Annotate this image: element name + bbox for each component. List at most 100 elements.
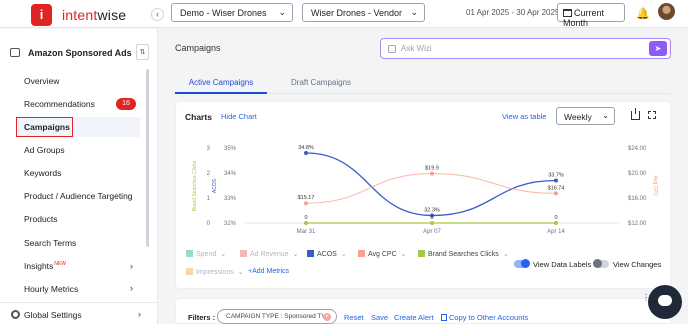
chart-card: Charts Hide Chart View as table Weekly ⌄ …	[175, 101, 671, 289]
y-tick-label-left1: 1	[207, 196, 211, 202]
sidebar-scrollbar[interactable]	[146, 69, 149, 247]
data-point-avg-cpc	[430, 171, 434, 176]
legend-swatch	[358, 250, 365, 257]
chevron-down-icon: ⌄	[410, 7, 418, 17]
profile-select[interactable]: Wiser Drones - Vendor ⌄	[302, 3, 425, 22]
y-tick-label-left1: 3	[207, 146, 211, 152]
legend-swatch	[186, 268, 193, 275]
data-labels-toggle-label: View Data Labels	[533, 260, 592, 269]
account-select-value: Demo - Wiser Drones	[180, 8, 267, 18]
hide-chart-link[interactable]: Hide Chart	[221, 112, 257, 121]
tab-active-campaigns[interactable]: Active Campaigns	[175, 78, 267, 94]
legend-swatch	[418, 250, 425, 257]
data-point-avg-cpc	[304, 201, 308, 206]
y-tick-label-left2: 33%	[224, 196, 237, 202]
page-title: Campaigns	[175, 43, 221, 53]
legend-acos[interactable]: ACOS ⌄	[307, 250, 347, 258]
y-axis-title-left1: Brand Searches Clicks	[192, 160, 198, 211]
fullscreen-icon[interactable]	[648, 111, 656, 119]
campaign-tabs: Active Campaigns Draft Campaigns	[175, 72, 671, 94]
y-axis-title-right: Avg CPC	[652, 176, 658, 197]
data-point-brand-searches-clicks	[554, 221, 558, 225]
sidebar-section-header[interactable]: Amazon Sponsored Ads ⇅	[5, 44, 149, 62]
data-label-acos: 32.3%	[424, 208, 440, 214]
granularity-value: Weekly	[564, 112, 592, 122]
sidebar-item-keywords[interactable]: Keywords	[24, 168, 61, 178]
legend-swatch	[240, 250, 247, 257]
chevron-right-icon[interactable]: ›	[130, 283, 133, 293]
profile-select-value: Wiser Drones - Vendor	[311, 8, 403, 18]
y-tick-label-right: $16.00	[628, 196, 647, 202]
sidebar-section-title: Amazon Sponsored Ads	[28, 48, 132, 58]
chevron-right-icon[interactable]: ›	[130, 261, 133, 271]
legend-label: ACOS	[317, 251, 337, 258]
y-tick-label-right: $24.00	[628, 146, 647, 152]
sidebar: Amazon Sponsored Ads ⇅ Overview Recommen…	[0, 29, 158, 324]
filter-chip[interactable]: CAMPAIGN TYPE : Sponsored TV ×	[217, 309, 337, 324]
gear-icon	[11, 310, 20, 319]
sidebar-item-label: Insights	[24, 261, 54, 271]
sidebar-item-overview[interactable]: Overview	[24, 76, 59, 86]
y-tick-label-right: $12.00	[628, 221, 647, 227]
reset-link[interactable]: Reset	[344, 313, 364, 322]
legend-spend[interactable]: Spend ⌄	[186, 250, 226, 258]
account-select[interactable]: Demo - Wiser Drones ⌄	[171, 3, 293, 22]
sidebar-item-recommendations[interactable]: Recommendations	[24, 99, 95, 109]
bell-icon[interactable]: 🔔	[636, 7, 650, 20]
chevron-down-icon: ⌄	[292, 251, 299, 258]
y-tick-label-left1: 0	[207, 221, 211, 227]
period-button[interactable]: Current Month	[557, 3, 625, 28]
chart-card-title: Charts	[185, 112, 212, 122]
logo-wordmark[interactable]: intentwise	[62, 7, 126, 23]
sidebar-item-hourly-metrics[interactable]: Hourly Metrics	[24, 284, 78, 294]
global-settings[interactable]: Global Settings ›	[0, 302, 158, 324]
send-icon[interactable]: ➤	[649, 41, 667, 56]
collapse-sidebar-button[interactable]: ‹	[151, 8, 164, 21]
legend-avg-cpc[interactable]: Avg CPC ⌄	[358, 250, 407, 258]
sidebar-item-products[interactable]: Products	[24, 214, 58, 224]
y-tick-label-right: $20.00	[628, 171, 647, 177]
legend-ad-revenue[interactable]: Ad Revenue ⌄	[240, 250, 298, 258]
data-label-avg-cpc: $19.9	[425, 166, 439, 172]
chevron-down-icon: ⌄	[237, 269, 244, 276]
data-point-acos	[304, 151, 308, 155]
data-point-brand-searches-clicks	[304, 221, 308, 225]
sidebar-item-search-terms[interactable]: Search Terms	[24, 238, 76, 248]
view-as-table-link[interactable]: View as table	[502, 112, 546, 121]
sidebar-item-targeting[interactable]: Product / Audience Targeting	[24, 191, 133, 201]
add-metrics-link[interactable]: +Add Metrics	[248, 268, 289, 275]
view-changes-toggle-label: View Changes	[613, 260, 662, 269]
legend-label: Ad Revenue	[250, 251, 289, 258]
logo-icon[interactable]: i	[31, 4, 52, 26]
data-point-avg-cpc	[554, 191, 558, 196]
view-changes-toggle[interactable]	[593, 259, 609, 268]
copy-link-label: Copy to Other Accounts	[449, 313, 529, 322]
legend-impressions[interactable]: Impressions ⌄	[186, 268, 244, 276]
create-alert-link[interactable]: Create Alert	[394, 313, 434, 322]
up-down-icon[interactable]: ⇅	[136, 44, 149, 60]
data-point-acos	[554, 178, 558, 183]
data-label-acos: 33.7%	[548, 173, 564, 179]
legend-label: Impressions	[196, 269, 234, 276]
sidebar-item-insights[interactable]: InsightsNEW	[24, 261, 66, 271]
chat-button[interactable]	[648, 285, 682, 319]
x-tick-label: Apr 07	[423, 229, 441, 235]
global-settings-label: Global Settings	[24, 310, 82, 320]
sidebar-item-ad-groups[interactable]: Ad Groups	[24, 145, 65, 155]
download-icon[interactable]	[631, 108, 640, 120]
legend-brand-searches-clicks[interactable]: Brand Searches Clicks ⌄	[418, 250, 509, 258]
chevron-right-icon: ›	[138, 309, 141, 319]
copy-accounts-link[interactable]: Copy to Other Accounts	[441, 313, 528, 322]
logo-prefix: intent	[62, 7, 98, 23]
filter-chip-label: CAMPAIGN TYPE : Sponsored TV	[226, 313, 326, 320]
avatar[interactable]	[658, 3, 675, 20]
ask-wizi-input[interactable]: Ask Wizi ➤	[380, 38, 671, 59]
data-labels-toggle[interactable]	[514, 259, 530, 268]
close-icon[interactable]: ×	[323, 313, 331, 321]
toggle-knob	[593, 259, 602, 268]
sidebar-item-campaigns[interactable]: Campaigns	[16, 117, 140, 137]
save-link[interactable]: Save	[371, 313, 388, 322]
filters-label: Filters :	[188, 313, 216, 322]
granularity-select[interactable]: Weekly ⌄	[556, 107, 615, 125]
tab-draft-campaigns[interactable]: Draft Campaigns	[291, 78, 351, 87]
